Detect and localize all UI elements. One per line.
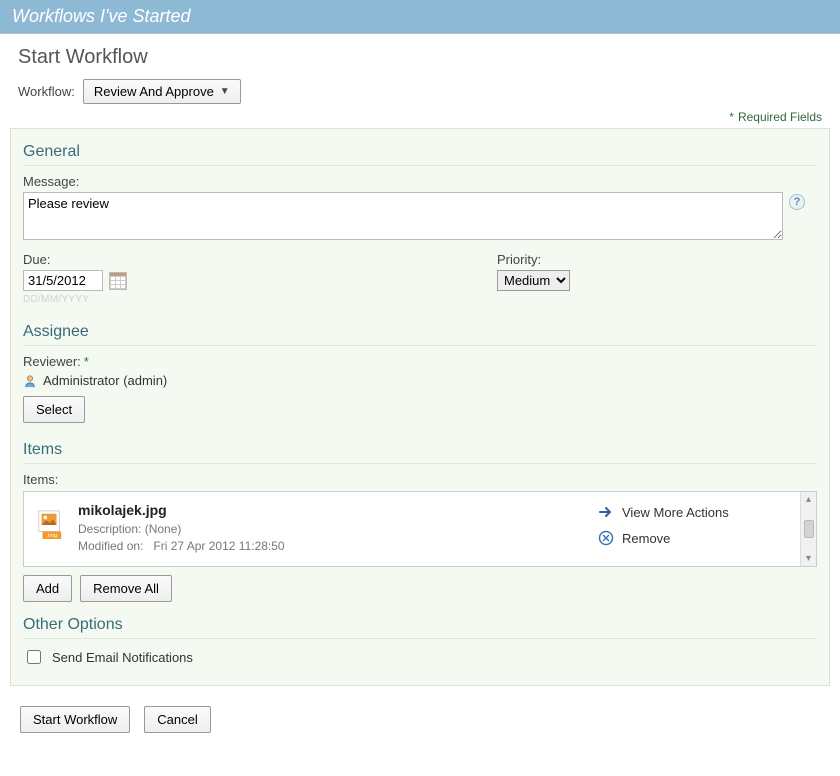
file-description-value: (None) — [145, 522, 182, 536]
required-fields-note: *Required Fields — [0, 110, 840, 128]
divider — [23, 638, 817, 639]
scroll-up-icon[interactable]: ▴ — [806, 494, 811, 505]
items-label: Items: — [23, 472, 817, 487]
remove-item-link[interactable]: Remove — [598, 530, 798, 546]
workflow-label: Workflow: — [18, 84, 75, 99]
due-label: Due: — [23, 252, 127, 267]
required-asterisk-icon: * — [84, 354, 89, 369]
scrollbar-thumb[interactable] — [804, 520, 814, 538]
svg-text:.img: .img — [47, 533, 58, 539]
items-list: .img mikolajek.jpg Description: (None) M… — [23, 491, 817, 567]
banner-title: Workflows I've Started — [0, 0, 840, 34]
message-label: Message: — [23, 174, 817, 189]
calendar-icon[interactable] — [109, 272, 127, 290]
divider — [23, 165, 817, 166]
scroll-down-icon[interactable]: ▾ — [806, 553, 811, 564]
priority-select[interactable]: Medium — [497, 270, 570, 291]
list-item: mikolajek.jpg Description: (None) Modifi… — [78, 502, 598, 556]
reviewer-label: Reviewer:* — [23, 354, 817, 369]
chevron-down-icon: ▼ — [220, 86, 230, 97]
workflow-dropdown-value: Review And Approve — [94, 84, 214, 99]
file-modified-value: Fri 27 Apr 2012 11:28:50 — [153, 539, 284, 553]
image-file-icon: .img — [34, 508, 66, 540]
priority-label: Priority: — [497, 252, 570, 267]
start-workflow-button[interactable]: Start Workflow — [20, 706, 130, 733]
due-input[interactable] — [23, 270, 103, 291]
cancel-button[interactable]: Cancel — [144, 706, 210, 733]
divider — [23, 345, 817, 346]
section-heading-assignee: Assignee — [23, 323, 817, 341]
message-textarea[interactable] — [23, 192, 783, 240]
arrow-right-icon — [598, 504, 614, 520]
due-format-hint: DD/MM/YYYY — [23, 294, 127, 305]
user-icon — [23, 374, 37, 388]
view-more-actions-link[interactable]: View More Actions — [598, 504, 798, 520]
file-name: mikolajek.jpg — [78, 502, 598, 518]
section-heading-items: Items — [23, 441, 817, 459]
divider — [23, 463, 817, 464]
section-heading-general: General — [23, 143, 817, 161]
help-icon[interactable]: ? — [789, 194, 805, 210]
file-modified-label: Modified on: — [78, 539, 143, 553]
remove-circle-icon — [598, 530, 614, 546]
send-email-checkbox[interactable] — [27, 650, 41, 664]
scrollbar[interactable]: ▴ ▾ — [800, 492, 816, 566]
remove-all-button[interactable]: Remove All — [80, 575, 172, 602]
select-reviewer-button[interactable]: Select — [23, 396, 85, 423]
required-asterisk-icon: * — [729, 110, 734, 124]
page-title: Start Workflow — [0, 34, 840, 79]
section-heading-other: Other Options — [23, 616, 817, 634]
form-panel: General Message: ? Due: DD/MM/YYYY Prior… — [10, 128, 830, 686]
send-email-label: Send Email Notifications — [52, 650, 193, 665]
add-item-button[interactable]: Add — [23, 575, 72, 602]
reviewer-value: Administrator (admin) — [43, 373, 167, 388]
workflow-dropdown[interactable]: Review And Approve ▼ — [83, 79, 241, 104]
file-description-label: Description: — [78, 522, 141, 536]
